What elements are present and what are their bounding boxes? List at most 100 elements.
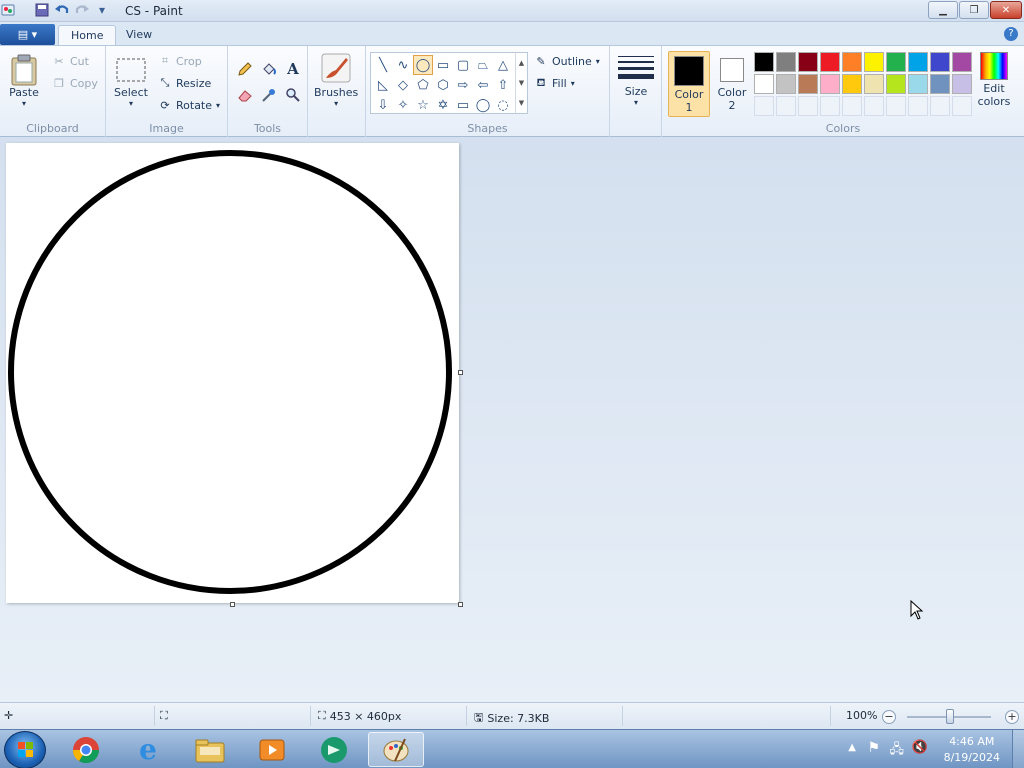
rectangle-shape-icon[interactable]: ▭	[433, 55, 453, 75]
palette-custom-slot[interactable]	[754, 96, 774, 116]
zoom-in-button[interactable]: +	[1005, 710, 1019, 724]
taskbar-internet-explorer[interactable]: e	[120, 732, 176, 767]
pencil-icon[interactable]	[234, 58, 256, 80]
palette-custom-slot[interactable]	[798, 96, 818, 116]
curve-shape-icon[interactable]: ∿	[393, 55, 413, 75]
canvas-resize-handle-corner[interactable]	[458, 602, 463, 607]
five-point-star-shape-icon[interactable]: ☆	[413, 95, 433, 115]
palette-color-swatch[interactable]	[952, 52, 972, 72]
up-arrow-shape-icon[interactable]: ⇧	[493, 75, 513, 95]
canvas-resize-handle-bottom[interactable]	[230, 602, 235, 607]
right-triangle-shape-icon[interactable]: ◺	[373, 75, 393, 95]
palette-color-swatch[interactable]	[908, 52, 928, 72]
left-arrow-shape-icon[interactable]: ⇦	[473, 75, 493, 95]
taskbar-app-green[interactable]	[306, 732, 362, 767]
palette-color-swatch[interactable]	[930, 52, 950, 72]
down-arrow-shape-icon[interactable]: ⇩	[373, 95, 393, 115]
polygon-shape-icon[interactable]: ⏢	[473, 55, 493, 75]
edit-colors-button[interactable]: Edit colors	[974, 52, 1014, 108]
palette-color-swatch[interactable]	[776, 52, 796, 72]
fill-button[interactable]: ⛾ Fill ▾	[534, 76, 575, 90]
cut-button[interactable]: ✂ Cut	[52, 54, 89, 68]
palette-color-swatch[interactable]	[842, 52, 862, 72]
resize-button[interactable]: ⤡ Resize	[158, 76, 212, 90]
maximize-button[interactable]: ❐	[959, 1, 989, 19]
select-button[interactable]: Select ▾	[114, 54, 148, 108]
scroll-up-icon[interactable]: ▲	[519, 59, 524, 67]
palette-color-swatch[interactable]	[952, 74, 972, 94]
rotate-button[interactable]: ⟳ Rotate ▾	[158, 98, 220, 112]
oval-callout-shape-icon[interactable]: ◯	[473, 95, 493, 115]
outline-button[interactable]: ✎ Outline ▾	[534, 54, 599, 68]
brushes-button[interactable]: Brushes ▾	[314, 52, 358, 108]
fill-bucket-icon[interactable]	[258, 58, 280, 80]
palette-custom-slot[interactable]	[820, 96, 840, 116]
taskbar-chrome[interactable]	[58, 732, 114, 767]
taskbar-paint[interactable]	[368, 732, 424, 767]
color-picker-icon[interactable]	[258, 84, 280, 106]
canvas-resize-handle-right[interactable]	[458, 370, 463, 375]
right-arrow-shape-icon[interactable]: ⇨	[453, 75, 473, 95]
line-shape-icon[interactable]: ╲	[373, 55, 393, 75]
drawing-canvas[interactable]	[6, 143, 459, 603]
canvas-workspace[interactable]	[0, 137, 1024, 702]
action-center-flag-icon[interactable]: ⚑	[867, 740, 880, 756]
six-point-star-shape-icon[interactable]: ✡	[433, 95, 453, 115]
pentagon-shape-icon[interactable]: ⬠	[413, 75, 433, 95]
help-icon[interactable]: ?	[1004, 27, 1018, 41]
paint-menu-button[interactable]: ▤ ▾	[0, 24, 55, 45]
customize-qat-chevron-icon[interactable]: ▾	[94, 2, 110, 18]
rect-callout-shape-icon[interactable]: ▭	[453, 95, 473, 115]
close-button[interactable]: ✕	[990, 1, 1022, 19]
palette-custom-slot[interactable]	[930, 96, 950, 116]
palette-color-swatch[interactable]	[798, 74, 818, 94]
palette-custom-slot[interactable]	[776, 96, 796, 116]
palette-custom-slot[interactable]	[842, 96, 862, 116]
text-tool-icon[interactable]: A	[282, 58, 304, 80]
tab-home[interactable]: Home	[58, 25, 117, 46]
eraser-icon[interactable]	[234, 84, 256, 106]
magnifier-icon[interactable]	[282, 84, 304, 106]
palette-color-swatch[interactable]	[820, 74, 840, 94]
triangle-shape-icon[interactable]: △	[493, 55, 513, 75]
palette-custom-slot[interactable]	[908, 96, 928, 116]
palette-custom-slot[interactable]	[886, 96, 906, 116]
tab-view[interactable]: View	[114, 25, 164, 46]
oval-shape-icon[interactable]: ◯	[413, 55, 433, 75]
color2-button[interactable]: Color 2	[712, 51, 752, 117]
color1-button[interactable]: Color 1	[668, 51, 710, 117]
palette-color-swatch[interactable]	[754, 52, 774, 72]
palette-color-swatch[interactable]	[864, 52, 884, 72]
palette-color-swatch[interactable]	[798, 52, 818, 72]
shapes-scrollbar[interactable]: ▲ ▼ ▼	[515, 53, 527, 113]
scroll-down-icon[interactable]: ▼	[519, 79, 524, 87]
diamond-shape-icon[interactable]: ◇	[393, 75, 413, 95]
palette-color-swatch[interactable]	[886, 74, 906, 94]
palette-color-swatch[interactable]	[930, 74, 950, 94]
taskbar-file-explorer[interactable]	[182, 732, 238, 767]
paste-dropdown-icon[interactable]: ▾	[22, 99, 26, 108]
palette-color-swatch[interactable]	[908, 74, 928, 94]
paint-app-icon[interactable]	[0, 2, 16, 18]
palette-color-swatch[interactable]	[820, 52, 840, 72]
show-desktop-button[interactable]	[1012, 730, 1024, 768]
cloud-callout-shape-icon[interactable]: ◌	[493, 95, 513, 115]
network-icon[interactable]: 🖧	[890, 740, 905, 762]
paste-button[interactable]: Paste ▾	[8, 54, 40, 108]
start-button[interactable]	[4, 731, 46, 768]
taskbar-media-player[interactable]	[244, 732, 300, 767]
hexagon-shape-icon[interactable]: ⬡	[433, 75, 453, 95]
show-hidden-icons-icon[interactable]: ▲	[848, 742, 856, 753]
palette-color-swatch[interactable]	[864, 74, 884, 94]
zoom-slider-thumb[interactable]	[946, 709, 954, 724]
zoom-out-button[interactable]: −	[882, 710, 896, 724]
rounded-rectangle-shape-icon[interactable]: ▢	[453, 55, 473, 75]
palette-custom-slot[interactable]	[864, 96, 884, 116]
palette-color-swatch[interactable]	[776, 74, 796, 94]
palette-custom-slot[interactable]	[952, 96, 972, 116]
palette-color-swatch[interactable]	[886, 52, 906, 72]
expand-gallery-icon[interactable]: ▼	[519, 99, 524, 107]
save-icon[interactable]	[34, 2, 50, 18]
four-point-star-shape-icon[interactable]: ✧	[393, 95, 413, 115]
palette-color-swatch[interactable]	[754, 74, 774, 94]
